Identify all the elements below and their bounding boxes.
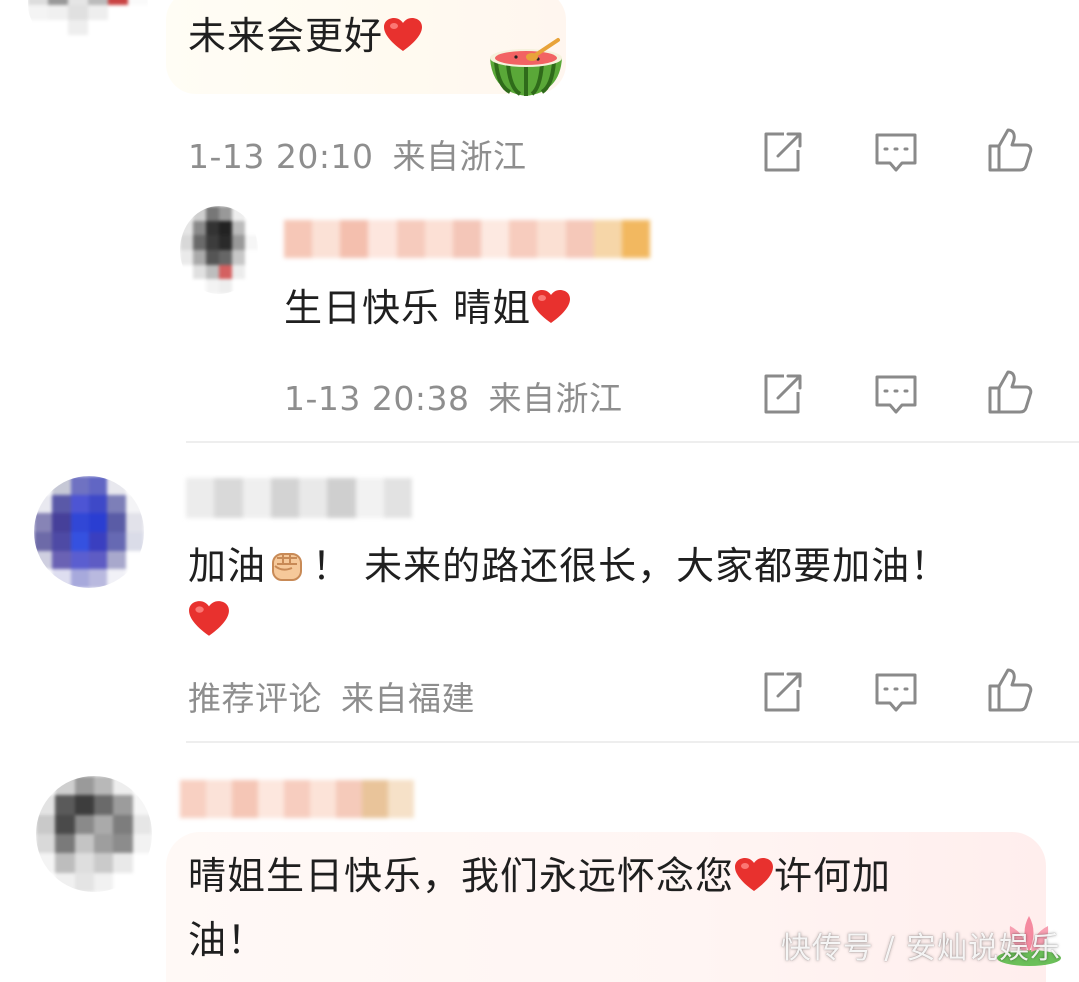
- comment-text: 加油: [188, 544, 267, 588]
- share-icon[interactable]: [758, 128, 806, 176]
- share-icon[interactable]: [758, 668, 806, 716]
- fist-emoji-icon: [268, 546, 306, 584]
- heart-icon: [383, 17, 423, 53]
- comment-meta: 推荐评论 来自福建: [188, 672, 475, 720]
- username-redacted[interactable]: [284, 220, 651, 258]
- watermelon-sticker-icon: [486, 36, 566, 100]
- comment-text: 晴姐生日快乐，我们永远怀念您: [188, 854, 735, 898]
- comment-meta: 1-13 20:38 来自浙江: [284, 372, 623, 420]
- avatar[interactable]: [34, 476, 144, 588]
- watermark: 快传号 / 安灿说娱乐: [780, 931, 1061, 966]
- share-icon[interactable]: [758, 370, 806, 418]
- comment-meta: 1-13 20:10 来自浙江: [188, 130, 527, 178]
- comment-time: 1-13 20:38: [284, 379, 470, 418]
- divider: [186, 741, 1079, 743]
- comment-text: 未来会更好: [188, 14, 384, 58]
- like-icon[interactable]: [986, 126, 1034, 174]
- recommended-tag: 推荐评论: [188, 679, 322, 718]
- avatar[interactable]: [28, 0, 148, 50]
- comment-text: 生日快乐 晴姐: [284, 286, 532, 330]
- comment-time: 1-13 20:10: [188, 137, 374, 176]
- avatar[interactable]: [36, 776, 152, 892]
- comment-icon[interactable]: [872, 128, 920, 176]
- comment-content: 加油 ！ 未来的路还很长，大家都要加油！: [188, 536, 949, 596]
- comment-icon[interactable]: [872, 668, 920, 716]
- heart-icon: [734, 857, 774, 893]
- comment-location: 来自福建: [341, 679, 475, 718]
- username-redacted[interactable]: [186, 478, 412, 518]
- like-icon[interactable]: [986, 666, 1034, 714]
- reply-content: 生日快乐 晴姐: [284, 278, 571, 338]
- username-redacted[interactable]: [180, 780, 414, 818]
- comment-text: ！ 未来的路还很长，大家都要加油！: [312, 544, 950, 588]
- comment-text: 许何加: [774, 854, 892, 898]
- avatar[interactable]: [180, 206, 258, 294]
- heart-icon: [188, 600, 230, 638]
- divider: [186, 441, 1079, 443]
- like-icon[interactable]: [986, 368, 1034, 416]
- comment-location: 来自浙江: [488, 379, 623, 418]
- comment-location: 来自浙江: [392, 137, 527, 176]
- heart-icon: [531, 289, 571, 325]
- comment-content: 未来会更好: [188, 6, 423, 66]
- comment-icon[interactable]: [872, 370, 920, 418]
